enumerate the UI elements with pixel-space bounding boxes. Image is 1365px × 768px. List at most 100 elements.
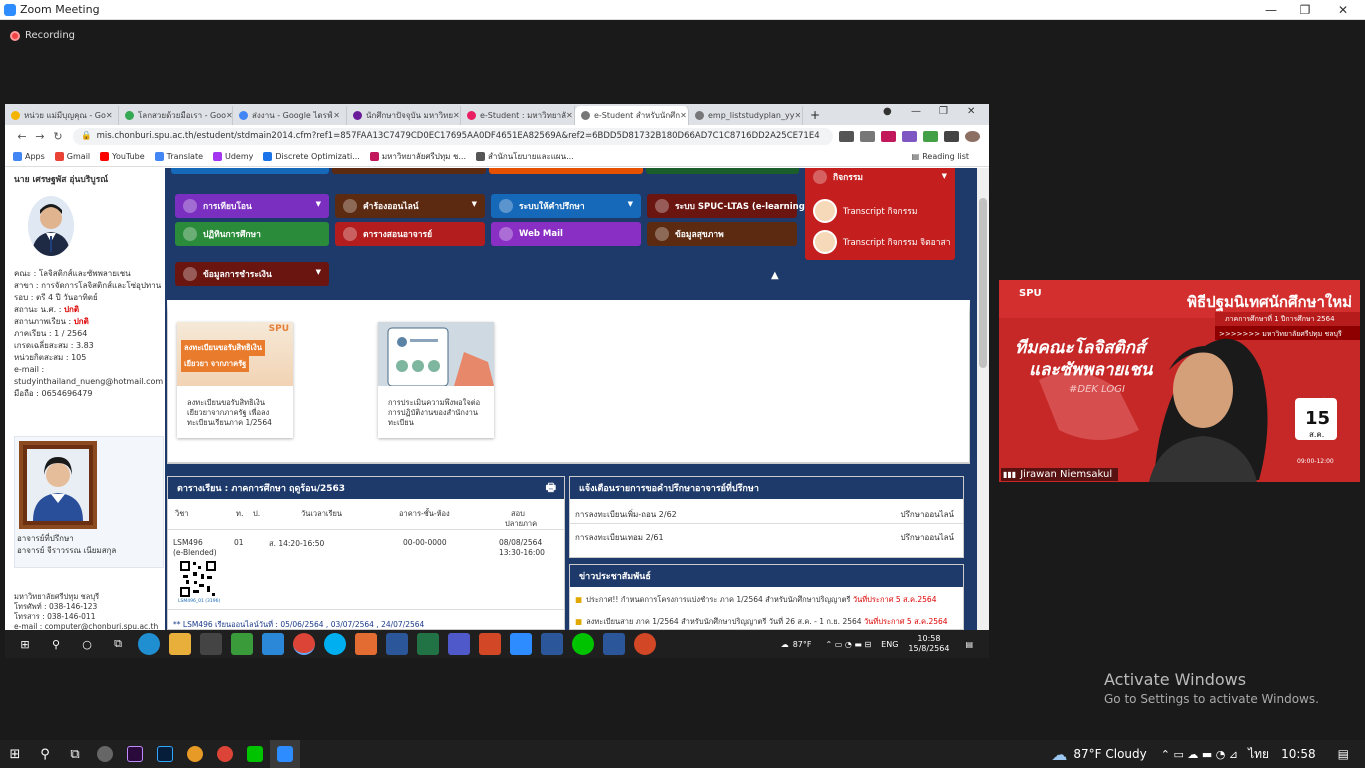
menu-button-partial[interactable] xyxy=(171,168,329,174)
inner-weather[interactable]: 87°F xyxy=(793,640,812,649)
reload-icon[interactable]: ↻ xyxy=(49,130,67,143)
bookmark-spu[interactable]: มหาวิทยาลัยศรีปทุม ช... xyxy=(369,150,466,163)
participant-video[interactable]: SPU พิธีปฐมนิเทศนักศึกษาใหม่ ภาคการศึกษา… xyxy=(999,280,1360,482)
tab-close-icon[interactable]: ✕ xyxy=(453,111,460,120)
inner-clock[interactable]: 10:58 15/8/2564 xyxy=(908,634,949,654)
edge-icon[interactable] xyxy=(138,633,160,655)
browser-tab[interactable]: emp_liststudyplan_yy ✕ xyxy=(689,106,803,125)
advising-action[interactable]: ปรึกษาออนไลน์ xyxy=(901,531,954,544)
menu-webmail-button[interactable]: Web Mail xyxy=(491,222,641,246)
tab-close-icon[interactable]: ✕ xyxy=(226,111,232,120)
tray-icons[interactable]: ⌃ ▭ ☁ ▬ ◔ ⊿ xyxy=(1161,748,1238,761)
advising-action[interactable]: ปรึกษาออนไลน์ xyxy=(901,508,954,521)
page-scrollbar[interactable] xyxy=(977,168,989,630)
windows-start-icon[interactable]: ⊞ xyxy=(0,740,30,768)
notification-icon[interactable]: ▤ xyxy=(1338,747,1349,761)
extension-icon[interactable] xyxy=(902,130,917,142)
teams-icon[interactable] xyxy=(448,633,470,655)
photoshop-icon[interactable] xyxy=(150,740,180,768)
close-button[interactable]: ✕ xyxy=(1328,0,1358,20)
browser-minimize-button[interactable]: — xyxy=(911,106,921,117)
notification-icon[interactable]: ▤ xyxy=(965,640,973,649)
forward-icon[interactable]: → xyxy=(31,130,49,143)
mail-icon[interactable] xyxy=(262,633,284,655)
tab-close-icon[interactable]: ✕ xyxy=(794,111,801,120)
store-icon[interactable] xyxy=(200,633,222,655)
paint-icon[interactable] xyxy=(355,633,377,655)
task-view-icon[interactable]: ⧉ xyxy=(60,740,90,768)
new-tab-button[interactable]: + xyxy=(803,106,827,125)
powerpoint-icon[interactable] xyxy=(634,633,656,655)
extension-icon[interactable] xyxy=(923,130,938,142)
app-icon[interactable] xyxy=(90,740,120,768)
menu-button-partial[interactable] xyxy=(646,168,799,174)
word-icon[interactable] xyxy=(603,633,625,655)
menu-advisor-button[interactable]: ระบบให้คำปรึกษา ▼ xyxy=(491,194,641,218)
bookmark-gmail[interactable]: Gmail xyxy=(54,152,90,161)
reading-list-button[interactable]: ▤ Reading list xyxy=(912,152,969,161)
tab-close-icon[interactable]: ✕ xyxy=(106,111,113,120)
bookmark-udemy[interactable]: Udemy xyxy=(213,152,253,161)
menu-activity-button[interactable]: กิจกรรม ▼ xyxy=(805,168,955,188)
browser-tab[interactable]: หน่วย แม่มีบุญคุณ - Go ✕ xyxy=(5,106,119,125)
cortana-icon[interactable]: ○ xyxy=(76,633,98,655)
menu-transfer-button[interactable]: การเทียบโอน ▼ xyxy=(175,194,329,218)
record-icon[interactable]: ● xyxy=(883,106,892,117)
tab-close-icon[interactable]: ✕ xyxy=(566,111,573,120)
word-icon[interactable] xyxy=(386,633,408,655)
weather-text[interactable]: 87°F Cloudy xyxy=(1073,747,1146,761)
tab-close-icon[interactable]: ✕ xyxy=(680,111,687,120)
line-icon[interactable] xyxy=(240,740,270,768)
transcript-activity-link[interactable]: Transcript กิจกรรม xyxy=(813,198,917,224)
extension-icon[interactable] xyxy=(881,130,896,142)
zoom-icon[interactable] xyxy=(510,633,532,655)
excel-icon[interactable] xyxy=(417,633,439,655)
browser-tab[interactable]: นักศึกษาปัจจุบัน มหาวิทย ✕ xyxy=(347,106,461,125)
bookmark-translate[interactable]: Translate xyxy=(154,152,203,161)
tab-close-icon[interactable]: ✕ xyxy=(333,111,340,120)
language-indicator[interactable]: ไทย xyxy=(1248,745,1269,764)
bookmark-discrete[interactable]: Discrete Optimizati... xyxy=(263,152,360,161)
powerpoint-icon[interactable] xyxy=(479,633,501,655)
chrome-icon[interactable] xyxy=(210,740,240,768)
card-survey[interactable]: การประเมินความพึงพอใจต่อการปฏิบัติงานของ… xyxy=(378,322,494,438)
maximize-button[interactable]: ❐ xyxy=(1290,0,1320,20)
skype-icon[interactable] xyxy=(324,633,346,655)
menu-button-partial[interactable] xyxy=(489,168,643,174)
transcript-volunteer-link[interactable]: Transcript กิจกรรม จิตอาสา xyxy=(813,229,950,255)
search-icon[interactable]: ⚲ xyxy=(30,740,60,768)
print-icon[interactable]: 🖶 xyxy=(546,479,556,498)
zoom-icon[interactable] xyxy=(270,740,300,768)
puzzle-icon[interactable] xyxy=(944,130,959,142)
url-input[interactable]: 🔒 mis.chonburi.spu.ac.th/estudent/stdmain… xyxy=(73,127,833,145)
advising-row[interactable]: การลงทะเบียนเทอม 2/61 ปรึกษาออนไลน์ xyxy=(569,531,964,544)
star-icon[interactable] xyxy=(860,130,875,142)
minimize-button[interactable]: — xyxy=(1256,0,1286,20)
menu-payment-button[interactable]: ข้อมูลการชำระเงิน ▼ xyxy=(175,262,329,286)
news-item[interactable]: ■ ลงทะเบียนสาย ภาค 1/2564 สำหรับนักศึกษาป… xyxy=(575,616,948,628)
cc-icon[interactable] xyxy=(180,740,210,768)
qr-code[interactable] xyxy=(179,560,217,598)
chrome-icon[interactable] xyxy=(293,633,315,655)
recording-indicator[interactable]: Recording xyxy=(10,30,75,41)
menu-calendar-button[interactable]: ปฏิทินการศึกษา xyxy=(175,222,329,246)
browser-tab[interactable]: โลกสวยด้วยมือเรา - Goo ✕ xyxy=(119,106,233,125)
key-icon[interactable] xyxy=(839,130,854,142)
folder-icon[interactable] xyxy=(169,633,191,655)
browser-tab[interactable]: e-Student : มหาวิทยาลั ✕ xyxy=(461,106,575,125)
clock[interactable]: 10:58 xyxy=(1281,747,1316,761)
menu-button-partial[interactable] xyxy=(332,168,486,174)
menu-ltas-button[interactable]: ระบบ SPUC-LTAS (e-learning) xyxy=(647,194,809,218)
card-relief[interactable]: SPU ลงทะเบียนขอรับสิทธิเงิน เยียวยา จากภ… xyxy=(177,322,293,438)
browser-maximize-button[interactable]: ❐ xyxy=(939,106,948,117)
menu-health-button[interactable]: ข้อมูลสุขภาพ xyxy=(647,222,797,246)
profile-avatar[interactable] xyxy=(965,130,980,142)
camtasia-icon[interactable] xyxy=(231,633,253,655)
bookmark-youtube[interactable]: YouTube xyxy=(100,152,145,161)
browser-close-button[interactable]: ✕ xyxy=(967,106,975,117)
advising-row[interactable]: การลงทะเบียนเพิ่ม-ถอน 2/62 ปรึกษาออนไลน์ xyxy=(569,508,964,521)
menu-teacher-schedule-button[interactable]: ตารางสอนอาจารย์ xyxy=(335,222,485,246)
browser-tab[interactable]: ส่งงาน - Google ไดรฟ์ ✕ xyxy=(233,106,347,125)
back-icon[interactable]: ← xyxy=(13,130,31,143)
inner-language[interactable]: ENG xyxy=(881,640,898,649)
